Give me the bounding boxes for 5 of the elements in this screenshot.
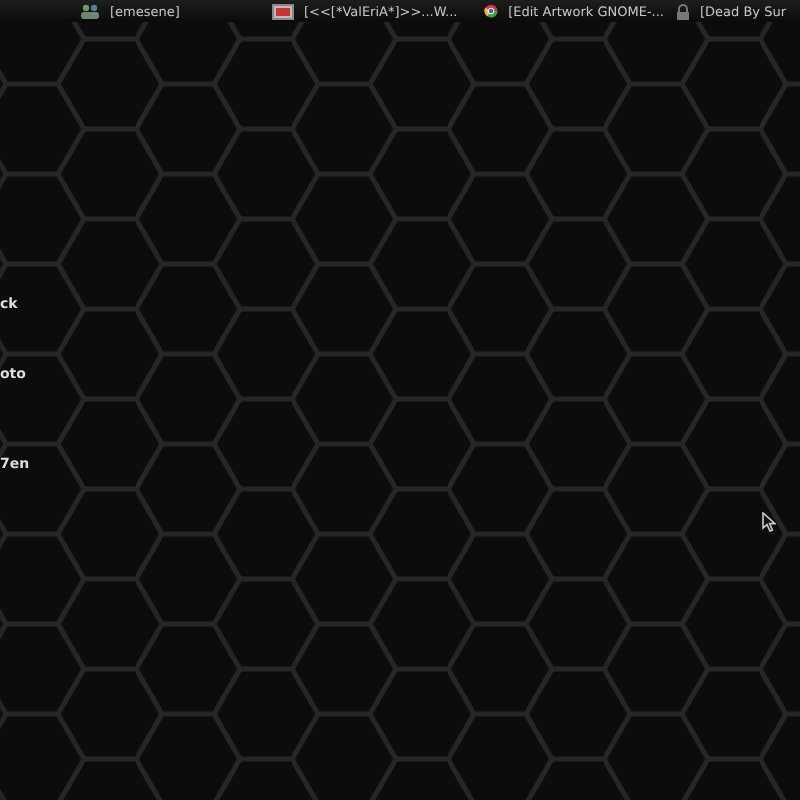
people-icon [80, 3, 100, 19]
mouse-pointer-icon [762, 512, 776, 532]
lock-icon [676, 3, 690, 19]
window-icon [272, 3, 294, 19]
globe-icon [484, 2, 499, 20]
